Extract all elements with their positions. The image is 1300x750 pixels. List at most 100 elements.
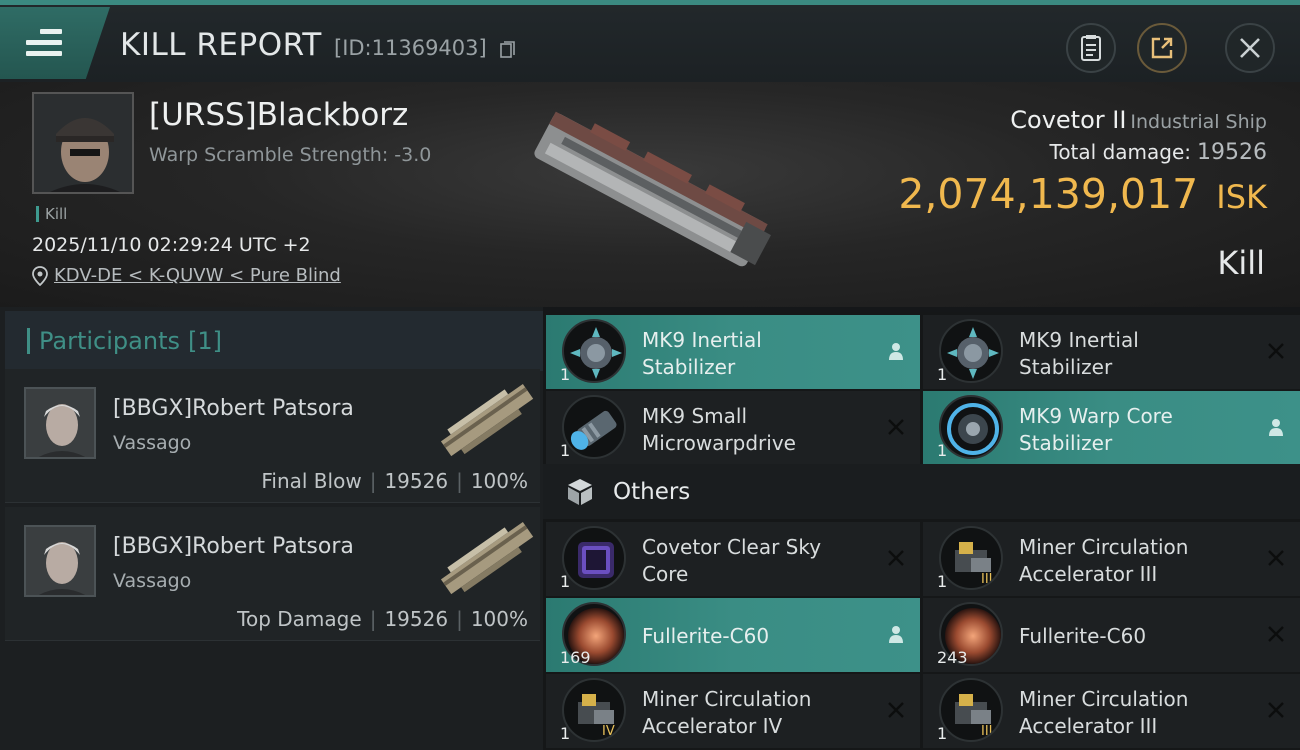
item-name: Miner Circulation Accelerator III bbox=[1019, 687, 1189, 738]
copy-icon[interactable] bbox=[500, 41, 516, 59]
participant-ship: Vassago bbox=[113, 570, 192, 592]
victim-ship-type: Covetor II Industrial Ship bbox=[1010, 106, 1267, 134]
item-grid: 1 MK9 Inertial Stabilizer 1 MK9 Inertial S… bbox=[543, 312, 1300, 750]
participants-panel: Participants [1] [BBGX]Robert Patsora Vas… bbox=[0, 307, 543, 750]
ship-class: Industrial Ship bbox=[1130, 111, 1267, 133]
item-quantity: 1 bbox=[937, 572, 948, 591]
item-slot-fullerite-c60[interactable]: 169 Fullerite-C60 bbox=[546, 598, 920, 672]
total-damage-row: Total damage: 19526 bbox=[1050, 140, 1268, 165]
others-section-header: Others bbox=[543, 464, 1300, 519]
participant-role: Top Damage bbox=[237, 607, 362, 631]
isk-amount: 2,074,139,017 bbox=[898, 170, 1199, 218]
microwarpdrive-icon bbox=[562, 395, 626, 459]
miner-accelerator-icon: IV bbox=[562, 678, 626, 742]
item-quantity: 1 bbox=[937, 724, 948, 743]
item-slot-mk9-inertial-stabilizer[interactable]: 1 MK9 Inertial Stabilizer bbox=[923, 315, 1300, 389]
kill-location[interactable]: KDV-DE < K-QUVW < Pure Blind bbox=[32, 265, 341, 286]
item-name: MK9 Small Microwarpdrive bbox=[642, 404, 796, 455]
item-slot-miner-circulation-accelerator-iv[interactable]: IV 1 Miner Circulation Accelerator IV bbox=[546, 674, 920, 748]
victim-ship-image bbox=[534, 111, 771, 267]
item-slot-fullerite-c60[interactable]: 243 Fullerite-C60 bbox=[923, 598, 1300, 672]
menu-icon bbox=[26, 29, 62, 57]
item-quantity: 1 bbox=[937, 365, 948, 384]
item-slot-mk9-inertial-stabilizer[interactable]: 1 MK9 Inertial Stabilizer bbox=[546, 315, 920, 389]
isk-value-row: 2,074,139,017 ISK bbox=[898, 170, 1267, 218]
participant-damage: 19526 bbox=[384, 469, 449, 493]
miner-accelerator-icon: III bbox=[939, 678, 1003, 742]
participant-role: Final Blow bbox=[261, 469, 362, 493]
item-quantity: 169 bbox=[560, 648, 591, 667]
total-damage-value: 19526 bbox=[1197, 140, 1267, 165]
item-name: Miner Circulation Accelerator IV bbox=[642, 687, 812, 738]
participant-percent: 100% bbox=[470, 607, 528, 631]
item-quantity: 1 bbox=[560, 365, 571, 384]
item-slot-mk9-warp-core-stabilizer[interactable]: 1 MK9 Warp Core Stabilizer bbox=[923, 391, 1300, 465]
item-name: MK9 Inertial Stabilizer bbox=[1019, 328, 1139, 379]
participant-ship: Vassago bbox=[113, 432, 192, 454]
total-damage-label: Total damage: bbox=[1049, 140, 1192, 164]
svg-text:III: III bbox=[981, 572, 993, 587]
warp-scramble-strength: Warp Scramble Strength: -3.0 bbox=[149, 144, 432, 166]
close-button[interactable] bbox=[1225, 23, 1275, 73]
miner-accelerator-icon: III bbox=[939, 526, 1003, 590]
page-title: KILL REPORT bbox=[120, 27, 322, 63]
participant-name[interactable]: [BBGX]Robert Patsora bbox=[113, 534, 354, 559]
participants-header: Participants [1] bbox=[5, 311, 543, 371]
item-name: MK9 Inertial Stabilizer bbox=[642, 328, 762, 379]
share-icon bbox=[1151, 37, 1173, 59]
item-quantity: 243 bbox=[937, 648, 968, 667]
item-quantity: 1 bbox=[560, 441, 571, 460]
item-name: Covetor Clear Sky Core bbox=[642, 535, 822, 586]
item-name: Miner Circulation Accelerator III bbox=[1019, 535, 1189, 586]
destroyed-x-icon bbox=[1268, 550, 1284, 566]
item-name: Fullerite-C60 bbox=[1019, 624, 1147, 648]
item-name: MK9 Warp Core Stabilizer bbox=[1019, 404, 1173, 455]
item-slot-miner-circulation-accelerator-iii[interactable]: III 1 Miner Circulation Accelerator III bbox=[923, 674, 1300, 748]
dropped-person-icon bbox=[889, 343, 903, 360]
participant-name[interactable]: [BBGX]Robert Patsora bbox=[113, 396, 354, 421]
result-label: Kill bbox=[1217, 244, 1265, 282]
participant-card[interactable]: [BBGX]Robert Patsora Vassago Top Damage |… bbox=[5, 507, 540, 641]
cube-icon bbox=[568, 479, 592, 505]
participant-avatar[interactable] bbox=[24, 525, 96, 597]
destroyed-x-icon bbox=[888, 550, 904, 566]
item-quantity: 1 bbox=[937, 441, 948, 460]
item-quantity: 1 bbox=[560, 724, 571, 743]
inertial-stabilizer-icon bbox=[562, 319, 626, 383]
dropped-person-icon bbox=[1269, 419, 1283, 436]
destroyed-x-icon bbox=[1268, 626, 1284, 642]
clipboard-button[interactable] bbox=[1066, 23, 1116, 73]
clear-sky-core-icon bbox=[562, 526, 626, 590]
item-slot-miner-circulation-accelerator-iii[interactable]: III 1 Miner Circulation Accelerator III bbox=[923, 522, 1300, 596]
svg-text:IV: IV bbox=[602, 724, 615, 739]
dropped-person-icon bbox=[889, 626, 903, 643]
report-id: [ID:11369403] bbox=[334, 36, 487, 60]
ship-name[interactable]: Covetor II bbox=[1010, 106, 1126, 134]
header-bar: KILL REPORT [ID:11369403] bbox=[0, 0, 1300, 82]
inertial-stabilizer-icon bbox=[939, 319, 1003, 383]
victim-name[interactable]: [URSS]Blackborz bbox=[149, 97, 408, 133]
others-title: Others bbox=[613, 479, 691, 505]
participant-ship-image bbox=[440, 383, 534, 457]
item-name: Fullerite-C60 bbox=[642, 624, 770, 648]
participant-card[interactable]: [BBGX]Robert Patsora Vassago Final Blow |… bbox=[5, 369, 540, 503]
warp-core-stabilizer-icon bbox=[939, 395, 1003, 459]
destroyed-x-icon bbox=[1268, 343, 1284, 359]
participant-avatar[interactable] bbox=[24, 387, 96, 459]
destroyed-x-icon bbox=[888, 702, 904, 718]
item-quantity: 1 bbox=[560, 572, 571, 591]
close-icon bbox=[1240, 38, 1260, 58]
victim-avatar[interactable] bbox=[32, 92, 134, 194]
location-link[interactable]: KDV-DE < K-QUVW < Pure Blind bbox=[54, 265, 341, 286]
menu-button[interactable] bbox=[0, 7, 110, 79]
participants-count: [1] bbox=[187, 327, 222, 355]
destroyed-x-icon bbox=[1268, 702, 1284, 718]
participant-stats: Top Damage | 19526 | 100% bbox=[237, 607, 528, 631]
isk-unit: ISK bbox=[1216, 178, 1267, 216]
kill-timestamp: 2025/11/10 02:29:24 UTC +2 bbox=[32, 234, 311, 256]
participants-title: Participants bbox=[39, 327, 180, 355]
share-button[interactable] bbox=[1137, 23, 1187, 73]
item-slot-mk9-small-microwarpdrive[interactable]: 1 MK9 Small Microwarpdrive bbox=[546, 391, 920, 465]
participant-stats: Final Blow | 19526 | 100% bbox=[261, 469, 528, 493]
item-slot-covetor-clear-sky-core[interactable]: 1 Covetor Clear Sky Core bbox=[546, 522, 920, 596]
